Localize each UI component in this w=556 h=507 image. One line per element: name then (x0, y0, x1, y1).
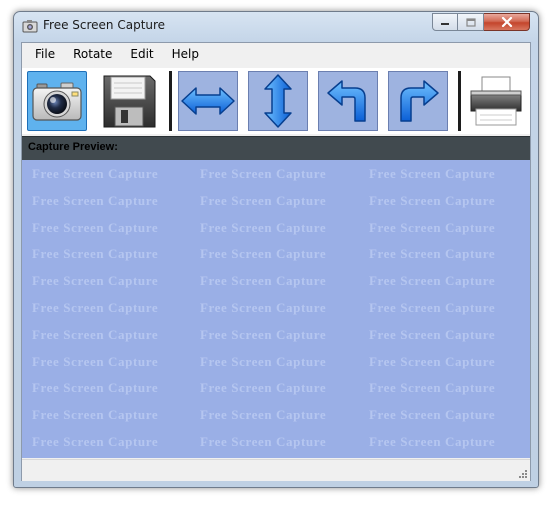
maximize-icon (465, 17, 476, 27)
menu-rotate[interactable]: Rotate (64, 43, 121, 65)
printer-icon (470, 76, 522, 126)
watermark-text: Free Screen Capture (369, 326, 496, 342)
vertical-arrows-icon (264, 74, 292, 128)
caption-buttons (432, 13, 530, 31)
watermark-row: Free Screen Capture Free Screen Capture Fr… (22, 166, 530, 186)
title-bar[interactable]: Free Screen Capture (14, 12, 538, 42)
watermark-text: Free Screen Capture (200, 326, 327, 342)
minimize-icon (441, 23, 449, 25)
watermark-text: Free Screen Capture (32, 246, 159, 262)
toolbar (22, 68, 530, 134)
watermark-text: Free Screen Capture (32, 434, 159, 449)
status-bar (22, 459, 530, 481)
capture-preview-area[interactable]: Free Screen Capture Free Screen Capture Fr… (22, 160, 530, 458)
watermark-row: Free Screen Capture Free Screen Capture Fr… (22, 300, 530, 320)
watermark-row: Free Screen Capture Free Screen Capture Fr… (22, 246, 530, 266)
watermark-row: Free Screen Capture Free Screen Capture Fr… (22, 434, 530, 454)
watermark-text: Free Screen Capture (200, 192, 327, 208)
close-button[interactable] (484, 13, 530, 31)
watermark-text: Free Screen Capture (32, 273, 159, 289)
rotate-left-arrow-icon (327, 80, 366, 122)
menu-edit[interactable]: Edit (121, 43, 162, 65)
watermark-row: Free Screen Capture Free Screen Capture Fr… (22, 193, 530, 213)
watermark-row: Free Screen Capture Free Screen Capture Fr… (22, 380, 530, 400)
watermark-text: Free Screen Capture (32, 219, 159, 235)
watermark-text: Free Screen Capture (200, 246, 327, 262)
resize-grip-icon[interactable] (517, 468, 528, 479)
app-icon (22, 20, 38, 33)
save-button[interactable] (99, 71, 159, 131)
flip-horizontal-button[interactable] (178, 71, 238, 131)
preview-label: Capture Preview: (28, 141, 118, 153)
watermark-text: Free Screen Capture (32, 192, 159, 208)
watermark-text: Free Screen Capture (32, 300, 159, 315)
watermark-text: Free Screen Capture (200, 273, 327, 289)
watermark-text: Free Screen Capture (32, 353, 159, 369)
watermark-text: Free Screen Capture (200, 219, 327, 235)
preview-header: Capture Preview: (22, 136, 530, 160)
watermark-row: Free Screen Capture Free Screen Capture Fr… (22, 407, 530, 427)
rotate-left-button[interactable] (318, 71, 378, 131)
menu-file[interactable]: File (22, 43, 64, 65)
watermark-text: Free Screen Capture (200, 380, 327, 396)
watermark-text: Free Screen Capture (369, 273, 496, 289)
watermark-row: Free Screen Capture Free Screen Capture Fr… (22, 273, 530, 293)
print-button[interactable] (466, 71, 526, 131)
rotate-right-button[interactable] (388, 71, 448, 131)
menu-bar: File Rotate Edit Help (22, 43, 530, 65)
watermark-text: Free Screen Capture (32, 166, 159, 181)
client-area: File Rotate Edit Help Capture Preview: F… (21, 42, 531, 481)
watermark-text: Free Screen Capture (369, 434, 496, 449)
watermark-text: Free Screen Capture (369, 353, 496, 369)
watermark-text: Free Screen Capture (200, 407, 327, 423)
watermark-text: Free Screen Capture (369, 380, 496, 396)
watermark-text: Free Screen Capture (369, 407, 496, 423)
watermark-row: Free Screen Capture Free Screen Capture Fr… (22, 354, 530, 374)
menu-help[interactable]: Help (163, 43, 208, 65)
watermark-row: Free Screen Capture Free Screen Capture Fr… (22, 327, 530, 347)
horizontal-arrows-icon (181, 87, 235, 115)
rotate-right-arrow-icon (400, 80, 439, 122)
watermark-text: Free Screen Capture (32, 326, 159, 342)
capture-button[interactable] (27, 71, 87, 131)
watermark-text: Free Screen Capture (369, 219, 496, 235)
floppy-disk-icon (103, 75, 156, 128)
maximize-button[interactable] (458, 13, 484, 31)
watermark-text: Free Screen Capture (369, 300, 496, 315)
watermark-text: Free Screen Capture (32, 407, 159, 423)
watermark-text: Free Screen Capture (200, 434, 327, 449)
watermark-text: Free Screen Capture (369, 166, 496, 181)
watermark-text: Free Screen Capture (200, 353, 327, 369)
toolbar-separator (169, 71, 172, 131)
app-window: Free Screen Capture File Rotate Edit Hel… (13, 11, 539, 488)
window-title: Free Screen Capture (43, 18, 166, 32)
watermark-text: Free Screen Capture (369, 192, 496, 208)
toolbar-separator (458, 71, 461, 131)
watermark-text: Free Screen Capture (200, 300, 327, 315)
flip-vertical-button[interactable] (248, 71, 308, 131)
camera-icon (32, 82, 82, 121)
close-icon (501, 17, 512, 27)
watermark-text: Free Screen Capture (369, 246, 496, 262)
watermark-row: Free Screen Capture Free Screen Capture Fr… (22, 220, 530, 240)
watermark-text: Free Screen Capture (32, 380, 159, 396)
watermark-text: Free Screen Capture (200, 166, 327, 181)
minimize-button[interactable] (432, 13, 458, 31)
